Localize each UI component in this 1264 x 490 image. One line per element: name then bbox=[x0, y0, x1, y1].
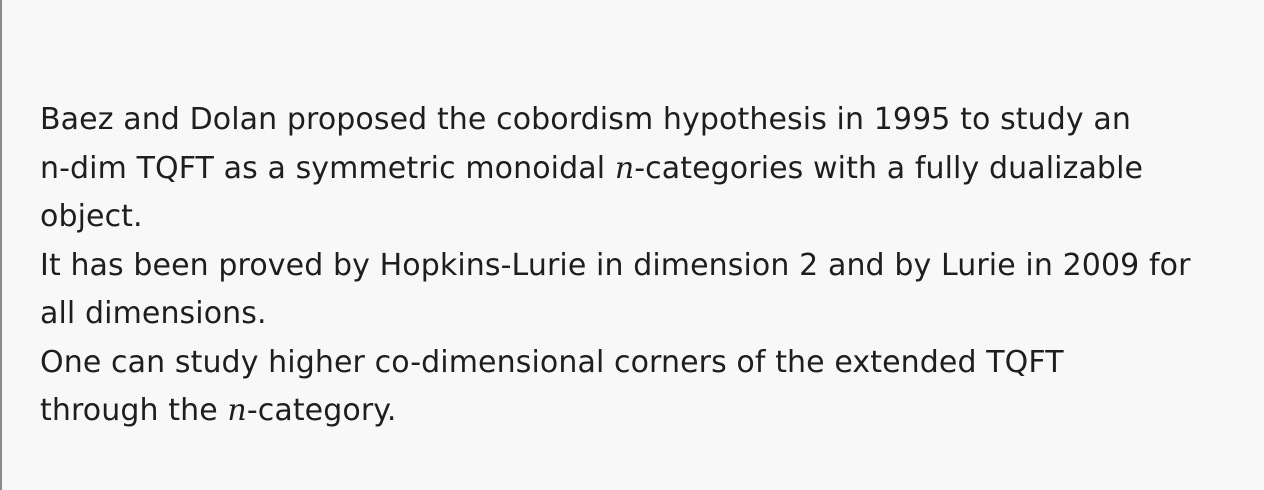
text-line-5: all dimensions. bbox=[40, 290, 1255, 339]
text-line-7: through the n-category. bbox=[40, 387, 1255, 436]
text-segment: It has been proved by Hopkins-Lurie in d… bbox=[40, 247, 1191, 283]
text-segment: through the bbox=[40, 393, 228, 428]
text-line-6: One can study higher co-dimensional corn… bbox=[40, 339, 1255, 388]
slide: Baez and Dolan proposed the cobordism hy… bbox=[0, 0, 1264, 490]
text-segment: n-dim TQFT as a symmetric monoidal bbox=[40, 150, 615, 186]
text-line-2: n-dim TQFT as a symmetric monoidal n-cat… bbox=[40, 145, 1255, 194]
slide-body-text: Baez and Dolan proposed the cobordism hy… bbox=[40, 96, 1255, 436]
text-segment: One can study higher co-dimensional corn… bbox=[40, 344, 1064, 380]
text-line-4: It has been proved by Hopkins-Lurie in d… bbox=[40, 242, 1255, 291]
math-variable-n: n bbox=[227, 393, 247, 428]
text-segment: object. bbox=[40, 199, 143, 234]
math-variable-n: n bbox=[614, 150, 635, 186]
text-segment: Baez and Dolan proposed the cobordism hy… bbox=[40, 102, 1132, 137]
text-line-1: Baez and Dolan proposed the cobordism hy… bbox=[40, 96, 1255, 145]
text-segment: -category. bbox=[246, 393, 397, 428]
text-line-3: object. bbox=[40, 193, 1255, 242]
left-border bbox=[0, 0, 2, 490]
text-segment: -categories with a fully dualizable bbox=[634, 150, 1144, 186]
text-segment: all dimensions. bbox=[40, 296, 267, 331]
